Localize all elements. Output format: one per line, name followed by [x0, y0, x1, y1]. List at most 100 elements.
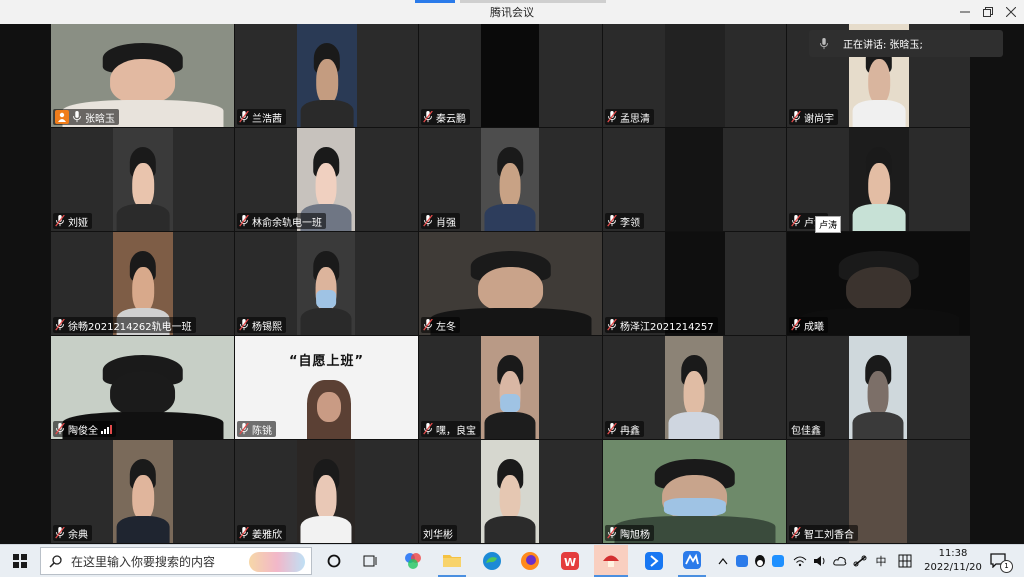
face	[132, 475, 154, 521]
participant-tile[interactable]: 杨泽江2021214257	[603, 232, 786, 335]
participant-name: 刘华彬	[423, 529, 453, 541]
video-stage: 张晗玉 兰浩茜 秦云鹏 孟思清 谢尚宇 刘娅 林俞余轨电一班 肖强 李领 卢涛 …	[0, 24, 1024, 544]
taskbar-file-explorer[interactable]	[438, 545, 466, 577]
participant-tile[interactable]: 冉鑫	[603, 336, 786, 439]
participant-name: 谢尚宇	[804, 113, 834, 125]
ime-language-button[interactable]: 中	[872, 545, 890, 577]
windows-icon	[13, 554, 27, 568]
speaking-text: 正在讲话: 张晗玉;	[843, 40, 923, 51]
microphone-icon	[820, 37, 828, 49]
tray-icon-2[interactable]	[752, 545, 768, 577]
tray-link-button[interactable]	[852, 545, 868, 577]
taskbar-firefox[interactable]	[516, 545, 544, 577]
participant-name-bar: 冉鑫	[605, 421, 644, 437]
participant-tile[interactable]: 杨锡熙	[235, 232, 418, 335]
participant-tile[interactable]: 余典	[51, 440, 234, 543]
close-button[interactable]	[1001, 2, 1021, 22]
face	[683, 371, 705, 417]
tray-icon-1[interactable]	[734, 545, 750, 577]
mic-muted-icon	[791, 319, 801, 331]
torso	[668, 412, 720, 439]
search-box[interactable]: 在这里输入你要搜索的内容	[40, 547, 312, 575]
clock[interactable]: 11:38 2022/11/20	[922, 547, 984, 575]
participant-tile[interactable]: 张晗玉	[51, 24, 234, 127]
tray-volume-button[interactable]	[812, 545, 828, 577]
torso	[484, 516, 536, 543]
participant-tile[interactable]: 姜雅欣	[235, 440, 418, 543]
show-hidden-icons-button[interactable]	[716, 545, 730, 577]
search-highlight-image	[249, 552, 305, 572]
participant-tile[interactable]: 包佳鑫	[787, 336, 970, 439]
participant-name-bar: 刘娅	[53, 213, 92, 229]
tray-cloud-button[interactable]	[832, 545, 848, 577]
participant-tile[interactable]: “自愿上班” 陈铫	[235, 336, 418, 439]
participant-name: 嘿，良宝	[436, 425, 476, 437]
wps-icon: W	[561, 552, 579, 570]
meme-caption: “自愿上班”	[288, 354, 365, 369]
video-feed	[849, 336, 907, 439]
participant-tile[interactable]: 智工刘香合	[787, 440, 970, 543]
participant-tile[interactable]: 陶俊全	[51, 336, 234, 439]
participant-name-bar: 刘华彬	[421, 525, 457, 541]
mic-muted-icon	[791, 111, 801, 123]
participant-tile[interactable]: 刘华彬	[419, 440, 602, 543]
video-feed	[665, 128, 723, 231]
taskbar-active-app[interactable]	[594, 545, 628, 577]
participant-name-bar: 包佳鑫	[789, 421, 825, 437]
minimize-icon	[960, 11, 970, 13]
participant-tile[interactable]: 林俞余轨电一班	[235, 128, 418, 231]
restore-button[interactable]	[978, 2, 998, 22]
participant-tile[interactable]: 嘿，良宝	[419, 336, 602, 439]
participant-tile[interactable]: 成曦	[787, 232, 970, 335]
start-button[interactable]	[6, 545, 34, 577]
taskbar-tencent-meeting[interactable]	[678, 545, 706, 577]
face-mask	[663, 497, 726, 517]
video-feed	[297, 232, 355, 335]
edge-browser-icon	[483, 552, 501, 570]
participant-name: 成曦	[804, 321, 824, 333]
task-view-button[interactable]	[358, 545, 382, 577]
participant-tile[interactable]: 李领	[603, 128, 786, 231]
participant-tile[interactable]: 徐畅2021214262轨电一班	[51, 232, 234, 335]
tray-icon-3[interactable]	[770, 545, 786, 577]
face	[315, 475, 337, 521]
torso	[852, 100, 906, 127]
minimize-button[interactable]	[955, 2, 975, 22]
mushroom-app-icon	[603, 555, 619, 567]
participant-tile[interactable]: 秦云鹏	[419, 24, 602, 127]
taskbar-edge[interactable]	[478, 545, 506, 577]
taskbar-wps[interactable]: W	[556, 545, 584, 577]
folder-icon	[443, 555, 461, 567]
face	[499, 475, 521, 521]
mic-muted-icon	[239, 111, 249, 123]
participant-tile[interactable]: 刘娅	[51, 128, 234, 231]
participant-name-bar: 嘿，良宝	[421, 421, 480, 437]
wifi-icon	[793, 556, 807, 567]
participant-name-bar: 左冬	[421, 317, 460, 333]
face	[315, 163, 337, 209]
svg-text:W: W	[564, 556, 576, 569]
cortana-button[interactable]	[322, 545, 346, 577]
participant-name-bar: 肖强	[421, 213, 460, 229]
mic-muted-icon	[423, 215, 433, 227]
blue-arrow-icon	[645, 552, 663, 570]
participant-tile[interactable]: 陶旭杨	[603, 440, 786, 543]
face	[109, 59, 176, 105]
participant-tile[interactable]: 肖强	[419, 128, 602, 231]
participant-name-bar: 姜雅欣	[237, 525, 286, 541]
mic-muted-icon	[239, 527, 249, 539]
face	[477, 267, 544, 313]
ime-mode-button[interactable]	[896, 545, 914, 577]
participant-name-bar: 陶俊全	[53, 421, 116, 437]
participant-tile[interactable]: 左冬	[419, 232, 602, 335]
participant-name: 余典	[68, 529, 88, 541]
tray-wifi-button[interactable]	[792, 545, 808, 577]
speaking-indicator: 正在讲话: 张晗玉;	[809, 30, 1003, 57]
participant-tile[interactable]: 孟思清	[603, 24, 786, 127]
participant-tile[interactable]: 兰浩茜	[235, 24, 418, 127]
participant-name-bar: 秦云鹏	[421, 109, 470, 125]
taskbar-app-1[interactable]	[400, 545, 426, 577]
close-icon	[1006, 7, 1016, 17]
taskbar-blue-app[interactable]	[640, 545, 668, 577]
face	[132, 163, 154, 209]
